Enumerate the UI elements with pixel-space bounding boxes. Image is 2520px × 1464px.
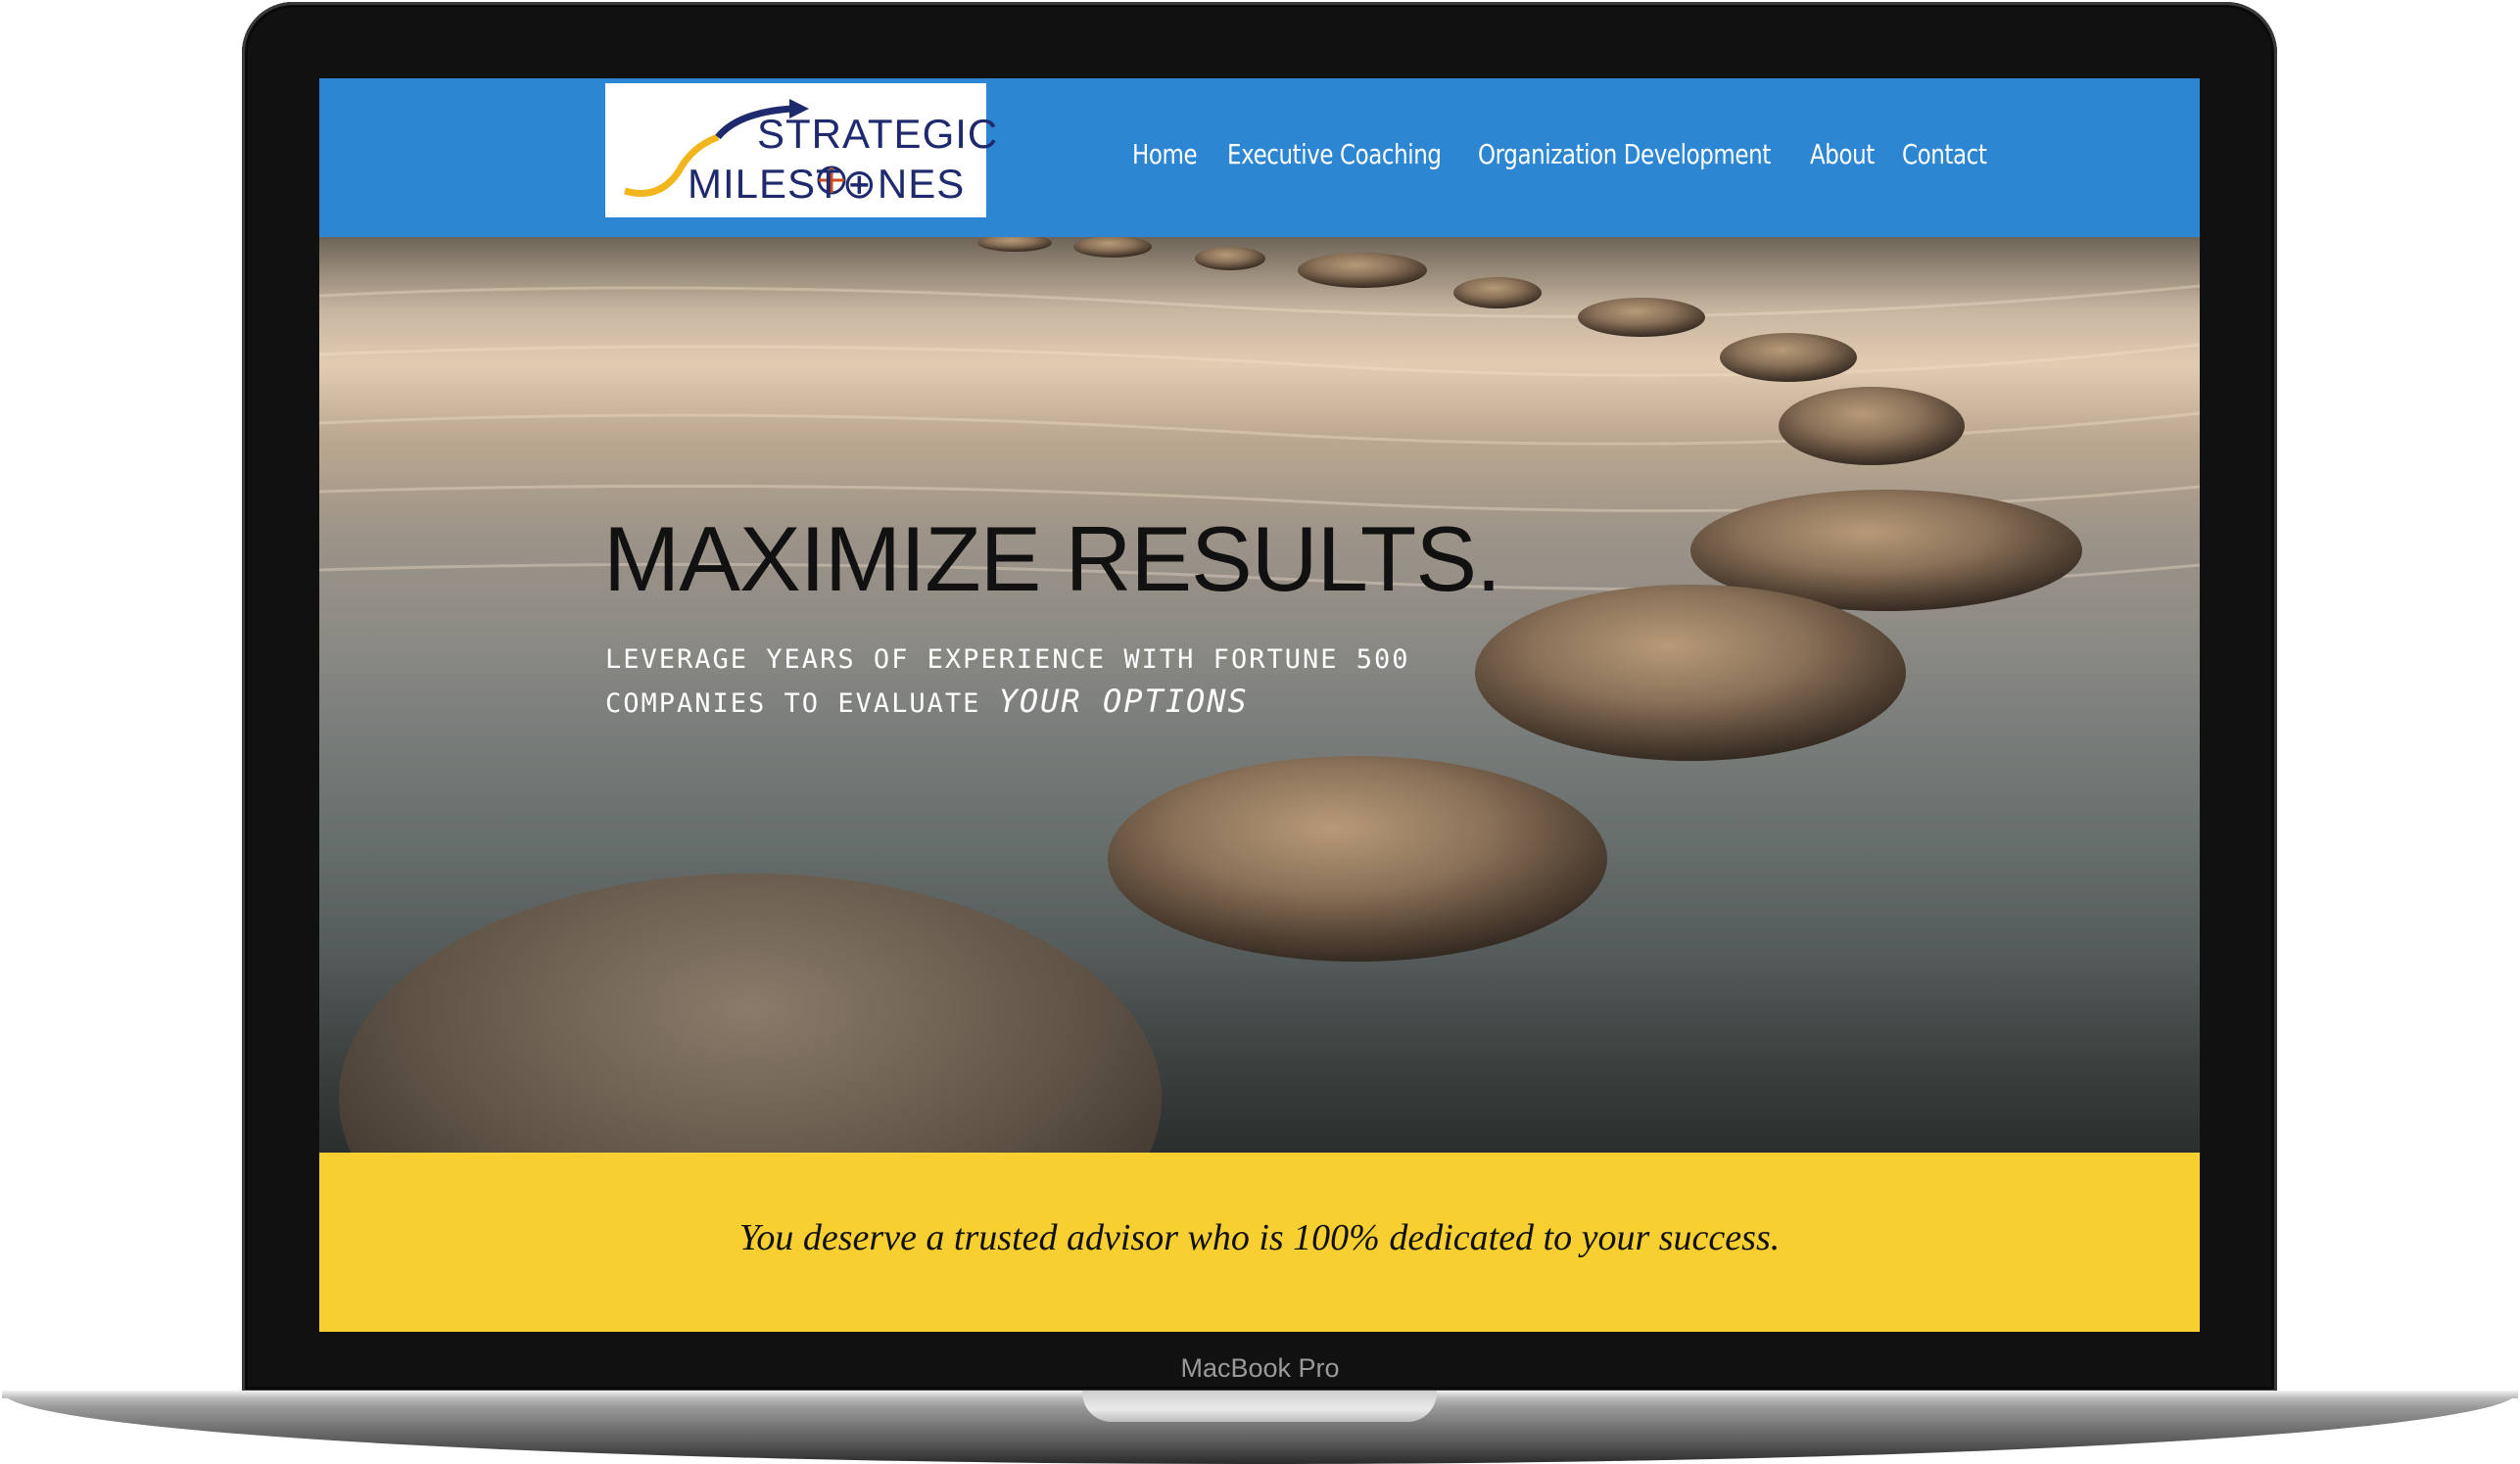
device-brand-label: MacBook Pro (1180, 1353, 1340, 1383)
hero-subtitle-emphasis: YOUR OPTIONS (998, 683, 1249, 720)
hero-section: MAXIMIZE RESULTS. LEVERAGE YEARS OF EXPE… (319, 237, 2200, 1153)
main-nav: Home Executive Coaching Organization Dev… (1132, 129, 1987, 178)
nav-organization-development[interactable]: Organization Development (1478, 138, 1771, 170)
nav-about[interactable]: About (1810, 138, 1875, 170)
laptop-notch (1082, 1391, 1437, 1422)
browser-viewport: STRATEGIC MILEST⊕NES Home Executive Coac… (319, 78, 2200, 1332)
hero-subtitle-line2: COMPANIES TO EVALUATE (605, 688, 999, 719)
tagline-banner: You deserve a trusted advisor who is 100… (319, 1153, 2200, 1332)
hero-title: MAXIMIZE RESULTS. (603, 507, 1501, 610)
logo-text-strategic: STRATEGIC (757, 111, 999, 157)
tagline-text: You deserve a trusted advisor who is 100… (738, 1217, 1781, 1258)
nav-home[interactable]: Home (1132, 138, 1198, 170)
nav-contact[interactable]: Contact (1902, 138, 1987, 170)
hero-subtitle-line1: LEVERAGE YEARS OF EXPERIENCE WITH FORTUN… (605, 644, 1410, 675)
nav-executive-coaching[interactable]: Executive Coaching (1227, 138, 1442, 170)
hero-subtitle: LEVERAGE YEARS OF EXPERIENCE WITH FORTUN… (605, 638, 1410, 725)
site-logo[interactable]: STRATEGIC MILEST⊕NES (605, 83, 997, 217)
logo-text-milestones: MILEST⊕NES (688, 161, 966, 207)
site-header: STRATEGIC MILEST⊕NES Home Executive Coac… (319, 78, 2200, 237)
